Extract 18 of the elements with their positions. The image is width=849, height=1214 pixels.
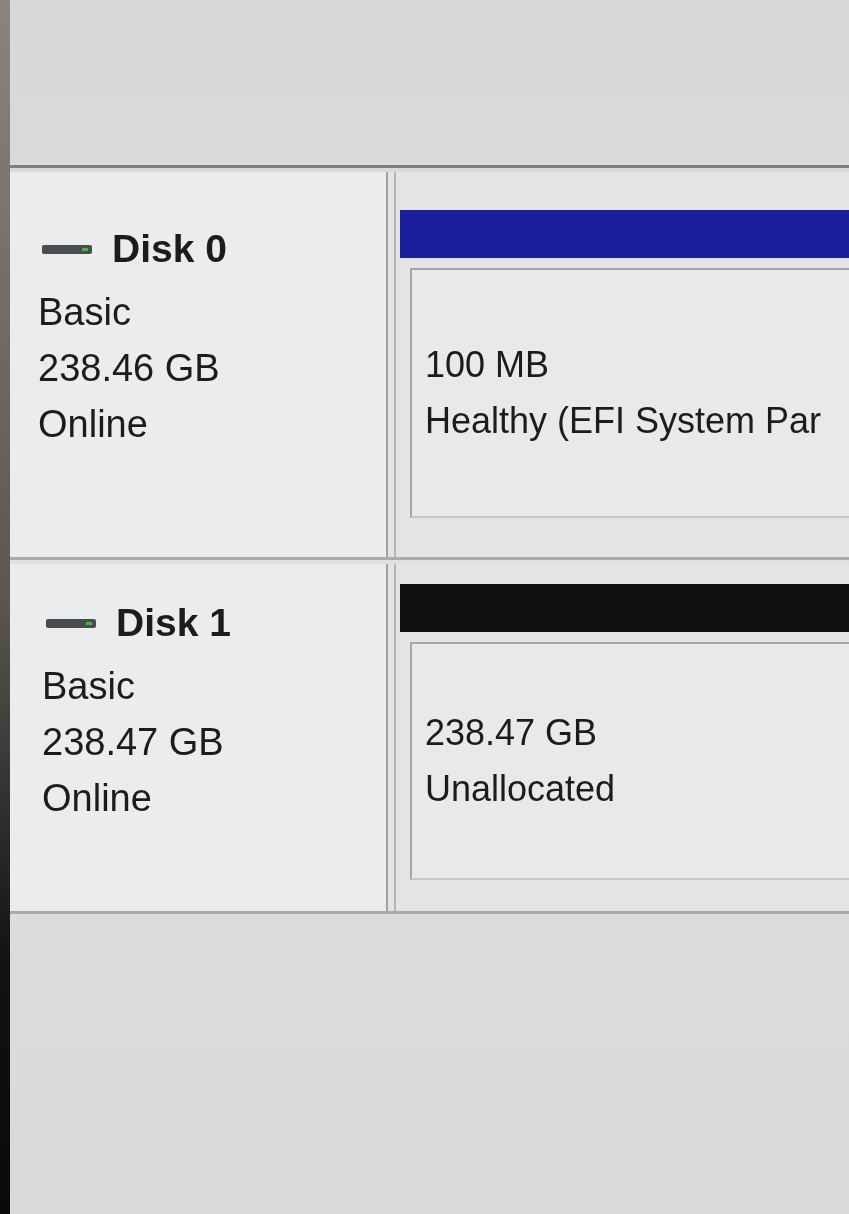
partition-box[interactable]: 238.47 GB Unallocated	[410, 642, 849, 880]
disk-type: Basic	[42, 664, 135, 708]
disk-drive-icon	[46, 618, 96, 628]
partition-size: 100 MB	[425, 343, 550, 387]
disk-type: Basic	[38, 290, 131, 334]
partition-size: 238.47 GB	[425, 711, 598, 755]
partition-status: Healthy (EFI System Par	[425, 399, 822, 443]
disk-size: 238.46 GB	[38, 346, 220, 390]
disk-name: Disk 0	[112, 226, 227, 272]
disk-status: Online	[42, 776, 152, 820]
disk-status: Online	[38, 402, 148, 446]
disk-label-panel[interactable]: Disk 0 Basic 238.46 GB Online	[10, 172, 388, 557]
disk-label-panel[interactable]: Disk 1 Basic 238.47 GB Online	[10, 564, 388, 911]
disk-drive-icon	[42, 244, 92, 254]
partition-status: Unallocated	[425, 767, 616, 811]
disk-name: Disk 1	[116, 600, 231, 646]
partition-box[interactable]: 100 MB Healthy (EFI System Par	[410, 268, 849, 518]
disk-size: 238.47 GB	[42, 720, 224, 764]
